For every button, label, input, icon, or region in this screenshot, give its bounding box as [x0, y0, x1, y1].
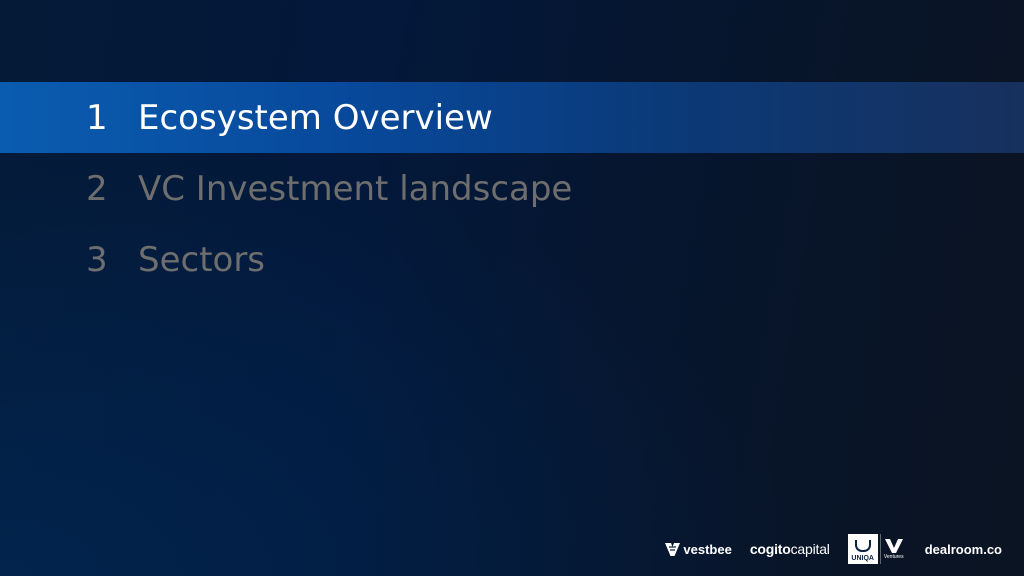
slide: 1 Ecosystem Overview 2 VC Investment lan…: [0, 0, 1024, 576]
vestbee-logo: vestbee: [665, 541, 732, 557]
uniqa-mark-icon: [854, 540, 871, 552]
dealroom-logo-text: dealroom.co: [924, 541, 1002, 557]
capital-logo-text: capital: [790, 541, 830, 557]
vestbee-bee-icon: [665, 542, 681, 556]
ventures-v-icon: [884, 538, 903, 553]
uniqa-box: UNIQA: [847, 534, 878, 564]
dealroom-logo: dealroom.co: [925, 542, 1002, 557]
agenda-item-sectors[interactable]: 3 Sectors: [0, 224, 1024, 295]
agenda-item-number: 2: [86, 168, 108, 209]
uniqa-logo-text: UNIQA: [851, 555, 874, 562]
agenda-item-number: 3: [86, 239, 108, 280]
footer-logos: vestbee cogito capital UNIQA Ventures dea…: [665, 532, 1002, 566]
agenda-item-number: 1: [86, 97, 108, 138]
agenda-item-label: Ecosystem Overview: [138, 97, 493, 138]
agenda-item-label: VC Investment landscape: [138, 168, 573, 209]
agenda-list: 1 Ecosystem Overview 2 VC Investment lan…: [0, 82, 1024, 295]
agenda-item-label: Sectors: [138, 239, 266, 280]
uniqa-ventures-logo: UNIQA Ventures: [847, 534, 907, 564]
cogito-logo-text: cogito: [749, 541, 791, 557]
ventures-logo-text: Ventures: [883, 553, 904, 560]
agenda-item-ecosystem-overview[interactable]: 1 Ecosystem Overview: [0, 82, 1024, 153]
vestbee-logo-text: vestbee: [683, 541, 732, 557]
cogito-capital-logo: cogito capital: [750, 541, 830, 557]
ventures-mark: Ventures: [879, 534, 907, 564]
agenda-item-vc-investment-landscape[interactable]: 2 VC Investment landscape: [0, 153, 1024, 224]
